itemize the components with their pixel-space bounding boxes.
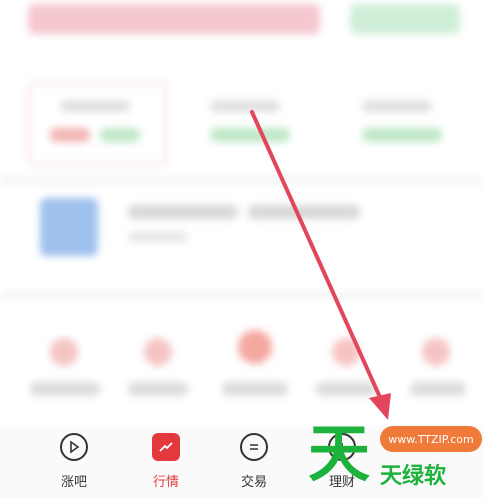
watermark-brand: 天绿软 (380, 464, 447, 489)
watermark-logo-char: 天 (308, 417, 371, 490)
watermark: 天 www.TTZIP.com 天绿软 (300, 418, 484, 498)
watermark-url: www.TTZIP.com (380, 426, 482, 452)
